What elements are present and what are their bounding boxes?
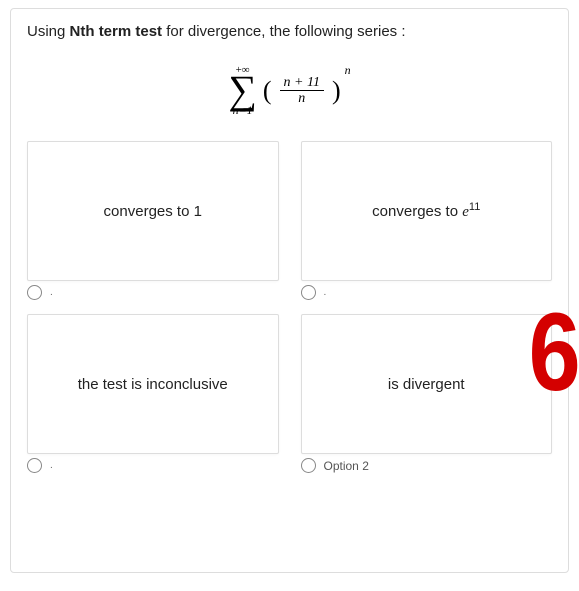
radio-label-2: .	[324, 287, 327, 298]
radio-2[interactable]	[301, 285, 316, 300]
option-card-converges-1[interactable]: converges to 1	[27, 141, 279, 281]
options-grid: converges to 1 . converges to e11 . the …	[27, 141, 552, 475]
question-suffix: for divergence, the following series :	[162, 23, 405, 40]
radio-label-3: .	[50, 460, 53, 471]
option-text: the test is inconclusive	[78, 376, 228, 393]
fraction: n + 11 n	[278, 75, 326, 107]
radio-label-4: Option 2	[324, 459, 369, 473]
radio-row-4: Option 2	[301, 458, 553, 473]
radio-row-1: .	[27, 285, 279, 300]
option-cell-3: the test is inconclusive .	[27, 314, 279, 475]
left-paren: (	[263, 76, 272, 106]
radio-4[interactable]	[301, 458, 316, 473]
denominator: n	[294, 91, 309, 106]
exponent: n	[345, 63, 351, 78]
question-prefix: Using	[27, 23, 70, 40]
question-container: Using Nth term test for divergence, the …	[10, 8, 569, 573]
radio-3[interactable]	[27, 458, 42, 473]
right-paren: )	[332, 76, 341, 106]
radio-1[interactable]	[27, 285, 42, 300]
option-cell-2: converges to e11 .	[301, 141, 553, 302]
option-text: converges to e11	[372, 201, 480, 221]
radio-row-3: .	[27, 458, 279, 473]
option-cell-1: converges to 1 .	[27, 141, 279, 302]
option-text: is divergent	[388, 376, 465, 393]
radio-label-1: .	[50, 287, 53, 298]
option-card-divergent[interactable]: is divergent	[301, 314, 553, 454]
series-formula: +∞ ∑ n=1 ( n + 11 n ) n	[27, 60, 552, 116]
sigma-symbol: ∑	[228, 74, 257, 106]
option-card-inconclusive[interactable]: the test is inconclusive	[27, 314, 279, 454]
question-bold: Nth term test	[70, 23, 163, 40]
option-text: converges to 1	[104, 203, 202, 220]
option-cell-4: is divergent Option 2	[301, 314, 553, 475]
numerator: n + 11	[280, 75, 324, 91]
radio-row-2: .	[301, 285, 553, 300]
option-card-converges-e11[interactable]: converges to e11	[301, 141, 553, 281]
sum-lower-limit: n=1	[233, 104, 253, 116]
question-text: Using Nth term test for divergence, the …	[27, 23, 552, 40]
